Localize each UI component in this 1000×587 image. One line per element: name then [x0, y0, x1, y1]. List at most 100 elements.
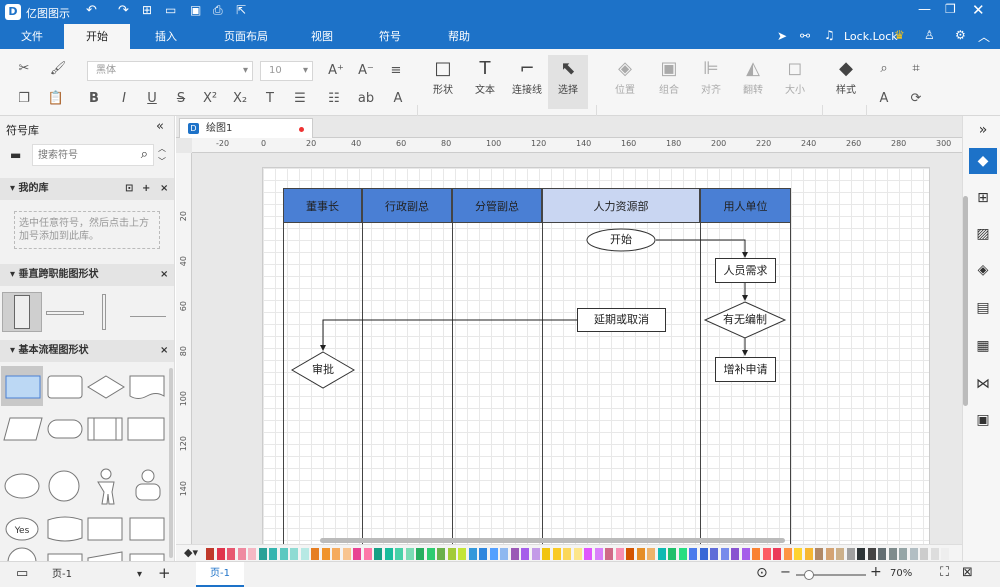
menu-help[interactable]: 帮助 [437, 24, 481, 49]
shape-predefined-process[interactable] [87, 417, 123, 441]
color-swatch[interactable] [930, 548, 939, 560]
bullet-icon[interactable]: ☷ [324, 89, 344, 109]
shape-process[interactable] [5, 375, 41, 399]
color-swatch[interactable] [899, 548, 907, 560]
node-start[interactable]: 开始 [588, 232, 654, 248]
color-swatch[interactable] [384, 548, 393, 560]
shape-alternate-process[interactable] [47, 375, 83, 399]
color-swatch[interactable] [909, 548, 918, 560]
color-swatch[interactable] [363, 548, 372, 560]
lane-header-admin-vp[interactable]: 行政副总 [362, 188, 452, 223]
color-swatch[interactable] [216, 548, 225, 560]
node-supplement-request[interactable]: 增补申请 [715, 357, 776, 382]
case-icon[interactable]: ab [356, 89, 376, 109]
strikethrough-icon[interactable]: S [171, 89, 191, 109]
connector-tool-button[interactable]: ⌐ 连接线 [508, 57, 546, 96]
redo-icon[interactable]: ↷ [118, 3, 129, 18]
format-painter-icon[interactable]: 🖌 [48, 59, 68, 79]
shape-ellipse[interactable] [4, 473, 40, 499]
spellcheck-icon[interactable]: A [874, 89, 894, 109]
color-swatch[interactable] [626, 548, 634, 560]
color-swatch[interactable] [437, 548, 445, 560]
color-swatch[interactable] [531, 548, 540, 560]
collapse-ribbon-icon[interactable]: ︿ [978, 28, 990, 45]
node-delay-cancel[interactable]: 延期或取消 [577, 308, 666, 332]
color-swatch[interactable] [227, 548, 235, 560]
page-view-icon[interactable]: ▭ [16, 566, 28, 581]
color-swatch[interactable] [416, 548, 424, 560]
italic-icon[interactable]: I [114, 89, 134, 109]
search-icon[interactable]: ⌕ [141, 147, 148, 162]
lane-header-deputy-gm[interactable]: 分管副总 [452, 188, 542, 223]
font-name-select[interactable]: 黑体 [87, 61, 253, 81]
import-icon[interactable]: ⊡ [125, 178, 133, 200]
play-icon[interactable]: ⊙ [756, 565, 768, 581]
paste-icon[interactable]: 📋 [46, 89, 66, 109]
color-swatch[interactable] [563, 548, 571, 560]
grid-panel-icon[interactable]: ⊞ [973, 188, 993, 208]
collapse-panel-icon[interactable]: « [156, 119, 164, 134]
document-tab[interactable]: D 绘图1 [179, 118, 313, 138]
node-approve[interactable]: 审批 [296, 362, 350, 378]
color-swatch[interactable] [678, 548, 687, 560]
scroll-down-icon[interactable]: ﹀ [158, 156, 166, 167]
color-swatch[interactable] [846, 548, 855, 560]
color-swatch[interactable] [783, 548, 792, 560]
color-swatch[interactable] [290, 548, 298, 560]
cut-icon[interactable]: ✂ [14, 59, 34, 79]
flip-button[interactable]: ◭ 翻转 [734, 57, 772, 96]
find-icon[interactable]: ⌕ [874, 59, 894, 79]
color-swatch[interactable] [279, 548, 288, 560]
restore-icon[interactable]: ❐ [945, 2, 956, 16]
print-icon[interactable]: ⎙ [213, 3, 223, 18]
color-swatch[interactable] [248, 548, 256, 560]
share-icon[interactable]: ⚯ [800, 29, 810, 43]
crop-icon[interactable]: ⌗ [906, 59, 926, 79]
section-close-icon[interactable]: × [160, 178, 168, 200]
shrink-font-icon[interactable]: A⁻ [356, 61, 376, 81]
text-format-icon[interactable]: T [260, 89, 280, 109]
shape-vertical-lane[interactable] [2, 292, 42, 332]
library-menu-icon[interactable]: ▬ [10, 148, 21, 162]
shape-data[interactable] [3, 417, 43, 441]
color-swatch[interactable] [353, 548, 361, 560]
settings-icon[interactable]: ⚙ [955, 28, 966, 42]
node-has-quota[interactable]: 有无编制 [710, 312, 780, 328]
color-swatch[interactable] [615, 548, 624, 560]
shape-tool-button[interactable]: □ 形状 [426, 57, 460, 96]
color-swatch[interactable] [941, 548, 949, 560]
right-scrollbar[interactable] [963, 196, 968, 406]
fill-panel-icon[interactable]: ◆ [969, 148, 997, 174]
color-swatch[interactable] [689, 548, 697, 560]
color-swatch[interactable] [332, 548, 340, 560]
color-swatch[interactable] [374, 548, 382, 560]
position-button[interactable]: ◈ 位置 [606, 57, 644, 96]
shape-person[interactable] [97, 481, 115, 505]
shape-vertical-separator[interactable] [102, 294, 106, 330]
page-select[interactable]: 页-1 ▾ [46, 566, 146, 584]
superscript-icon[interactable]: X² [200, 89, 220, 109]
image-panel-icon[interactable]: ▨ [973, 224, 993, 244]
zoom-in-icon[interactable]: + [870, 564, 882, 580]
minimize-icon[interactable]: — [918, 2, 931, 17]
undo-icon[interactable]: ↶ [86, 3, 97, 18]
bell-icon[interactable]: ♫ [824, 28, 835, 42]
data-panel-icon[interactable]: ▦ [973, 336, 993, 356]
expand-panel-icon[interactable]: » [973, 120, 993, 140]
color-swatch[interactable] [804, 548, 813, 560]
color-swatch[interactable] [699, 548, 708, 560]
color-swatch[interactable] [720, 548, 729, 560]
color-swatch[interactable] [342, 548, 351, 560]
shape-manual-operation[interactable] [87, 551, 123, 561]
color-swatch[interactable] [458, 548, 466, 560]
color-swatch[interactable] [311, 548, 319, 560]
shape-user[interactable] [135, 483, 161, 501]
fit-page-icon[interactable]: ⛶ [940, 565, 949, 580]
color-swatch[interactable] [836, 548, 844, 560]
menu-insert[interactable]: 插入 [140, 24, 192, 49]
shape-internal-storage[interactable] [127, 417, 165, 441]
shape-stored-data[interactable] [47, 516, 83, 542]
color-swatch[interactable] [269, 548, 277, 560]
color-swatch[interactable] [636, 548, 645, 560]
close-icon[interactable]: ✕ [972, 1, 985, 19]
